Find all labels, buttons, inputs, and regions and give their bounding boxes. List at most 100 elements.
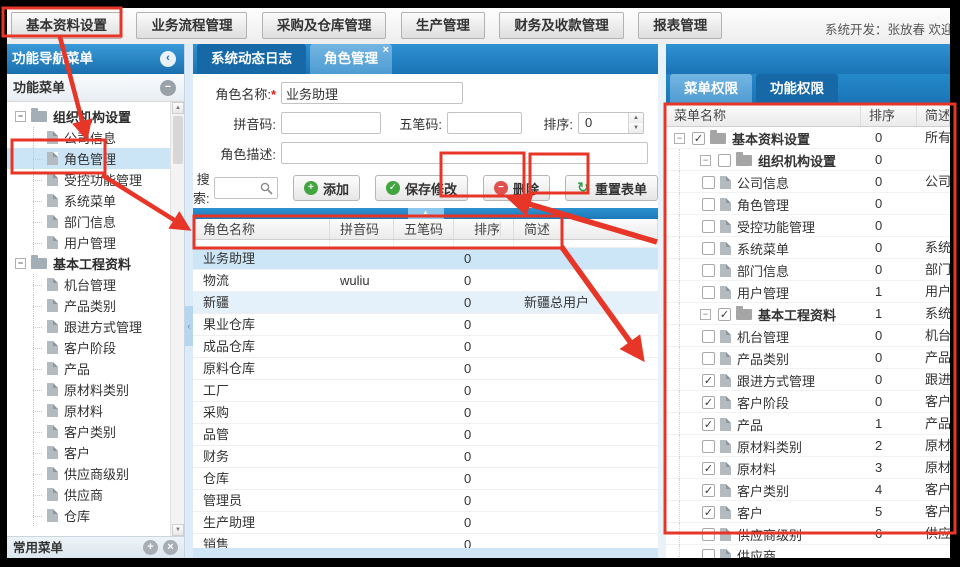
permission-row[interactable]: 系统菜单0系统菜	[666, 237, 950, 259]
permission-row[interactable]: ✓客户5客户管	[666, 501, 950, 523]
role-table-row[interactable]: 物流wuliu0	[193, 270, 658, 292]
col-menu-name[interactable]: 菜单名称	[666, 104, 861, 126]
permission-row[interactable]: 角色管理0	[666, 193, 950, 215]
permission-checkbox[interactable]: ✓	[718, 308, 731, 321]
permission-row[interactable]: ✓跟进方式管理0跟进方	[666, 369, 950, 391]
role-table-row[interactable]: 成品仓库0	[193, 336, 658, 358]
tab-menu-permission[interactable]: 菜单权限	[670, 74, 752, 104]
permission-checkbox[interactable]	[702, 330, 715, 343]
add-favorite-icon[interactable]: +	[143, 540, 158, 555]
sidebar-tree-item[interactable]: 跟进方式管理	[7, 316, 170, 337]
role-table-row[interactable]: 果业仓库0	[193, 314, 658, 336]
expander-icon[interactable]: −	[674, 133, 685, 144]
role-table-row[interactable]: 采购0	[193, 402, 658, 424]
permission-row[interactable]: 供应商	[666, 545, 950, 558]
close-tab-icon[interactable]: ×	[383, 44, 389, 56]
menu-report[interactable]: 报表管理	[638, 12, 722, 39]
permission-checkbox[interactable]: ✓	[702, 506, 715, 519]
role-desc-input[interactable]	[281, 142, 648, 164]
scrollbar-thumb[interactable]	[173, 116, 183, 164]
expander-icon[interactable]: −	[700, 309, 711, 320]
permission-checkbox[interactable]	[702, 242, 715, 255]
permission-checkbox[interactable]	[702, 198, 715, 211]
role-table-row[interactable]: 仓库0	[193, 468, 658, 490]
add-button[interactable]: + 添加	[293, 175, 360, 201]
sidebar-tree-item[interactable]: 角色管理	[7, 148, 170, 169]
splitter-grip-icon[interactable]: ‹	[185, 306, 193, 346]
permission-checkbox[interactable]: ✓	[702, 418, 715, 431]
sidebar-tree-item[interactable]: 客户阶段	[7, 337, 170, 358]
scroll-down-icon[interactable]: ▼	[172, 524, 184, 536]
sort-stepper[interactable]: 0 ▲ ▼	[578, 112, 644, 134]
permission-row[interactable]: 产品类别0产品类	[666, 347, 950, 369]
permission-row[interactable]: 用户管理1用户及	[666, 281, 950, 303]
pinyin-input[interactable]	[281, 112, 381, 134]
permission-row[interactable]: 机台管理0机台管	[666, 325, 950, 347]
expander-icon[interactable]: −	[15, 111, 26, 122]
sidebar-tree-item[interactable]: 原材料类别	[7, 379, 170, 400]
permission-checkbox[interactable]	[702, 264, 715, 277]
sidebar-tree-item[interactable]: 供应商	[7, 484, 170, 505]
role-table-row[interactable]: 销售0	[193, 534, 658, 548]
menu-production[interactable]: 生产管理	[401, 12, 485, 39]
menu-business-flow[interactable]: 业务流程管理	[136, 12, 247, 39]
permission-checkbox[interactable]: ✓	[692, 132, 705, 145]
delete-button[interactable]: − 删除	[483, 175, 550, 201]
col-pinyin[interactable]: 拼音码	[330, 219, 394, 239]
permission-row[interactable]: −✓基本资料设置0所有基	[666, 127, 950, 149]
permission-row[interactable]: 公司信息0公司信	[666, 171, 950, 193]
reset-form-button[interactable]: ↻ 重置表单	[565, 175, 658, 201]
menu-purchase-warehouse[interactable]: 采购及仓库管理	[262, 12, 387, 39]
menu-basic-data[interactable]: 基本资料设置	[11, 12, 122, 39]
permission-checkbox[interactable]	[702, 528, 715, 541]
collapse-section-icon[interactable]: −	[160, 80, 176, 96]
horizontal-scrollbar[interactable]	[193, 548, 658, 558]
permission-checkbox[interactable]	[702, 440, 715, 453]
tab-function-permission[interactable]: 功能权限	[756, 74, 838, 104]
sidebar-footer[interactable]: 常用菜单 + ×	[7, 536, 184, 558]
filter-row[interactable]	[193, 240, 658, 248]
role-table-row[interactable]: 业务助理0	[193, 248, 658, 270]
permission-checkbox[interactable]: ✓	[702, 484, 715, 497]
sidebar-splitter[interactable]: ‹	[185, 44, 193, 558]
sidebar-tree-item[interactable]: 客户类别	[7, 421, 170, 442]
role-table-row[interactable]: 财务0	[193, 446, 658, 468]
role-table-row[interactable]: 管理员0	[193, 490, 658, 512]
col-perm-desc[interactable]: 简述	[917, 104, 950, 126]
permission-row[interactable]: −组织机构设置0	[666, 149, 950, 171]
sidebar-tree-item[interactable]: 客户	[7, 442, 170, 463]
sidebar-tree-item[interactable]: 公司信息	[7, 127, 170, 148]
collapse-splitter-bar[interactable]: ▲	[193, 208, 658, 219]
permission-checkbox[interactable]: ✓	[702, 462, 715, 475]
permission-checkbox[interactable]	[718, 154, 731, 167]
sidebar-tree-item[interactable]: 机台管理	[7, 274, 170, 295]
stepper-up-icon[interactable]: ▲	[629, 113, 643, 123]
role-table-row[interactable]: 生产助理0	[193, 512, 658, 534]
sidebar-tree-item[interactable]: 系统菜单	[7, 190, 170, 211]
permission-row[interactable]: ✓客户类别4客户类	[666, 479, 950, 501]
expander-icon[interactable]: −	[700, 155, 711, 166]
permission-row[interactable]: 受控功能管理0	[666, 215, 950, 237]
role-table-row[interactable]: 新疆0新疆总用户	[193, 292, 658, 314]
permission-checkbox[interactable]	[702, 176, 715, 189]
sidebar-tree-item[interactable]: 用户管理	[7, 232, 170, 253]
role-table-row[interactable]: 品管0	[193, 424, 658, 446]
menu-finance[interactable]: 财务及收款管理	[499, 12, 624, 39]
save-changes-button[interactable]: ✓ 保存修改	[375, 175, 468, 201]
tab-role-management[interactable]: 角色管理 ×	[310, 44, 392, 74]
permission-checkbox[interactable]: ✓	[702, 396, 715, 409]
tab-system-log[interactable]: 系统动态日志	[197, 44, 306, 74]
sidebar-tree-item[interactable]: 受控功能管理	[7, 169, 170, 190]
wubi-input[interactable]	[447, 112, 522, 134]
role-table-row[interactable]: 工厂0	[193, 380, 658, 402]
role-name-input[interactable]	[281, 82, 463, 104]
sidebar-section-header[interactable]: 功能菜单 −	[7, 74, 184, 102]
stepper-down-icon[interactable]: ▼	[629, 123, 643, 133]
col-desc[interactable]: 简述	[514, 219, 658, 239]
permission-row[interactable]: 部门信息0部门信	[666, 259, 950, 281]
sidebar-tree-item[interactable]: 供应商级别	[7, 463, 170, 484]
collapse-sidebar-icon[interactable]: ‹	[160, 51, 176, 67]
sidebar-tree-item[interactable]: 部门信息	[7, 211, 170, 232]
col-role-name[interactable]: 角色名称	[193, 219, 330, 239]
right-panel-splitter[interactable]	[658, 44, 666, 558]
